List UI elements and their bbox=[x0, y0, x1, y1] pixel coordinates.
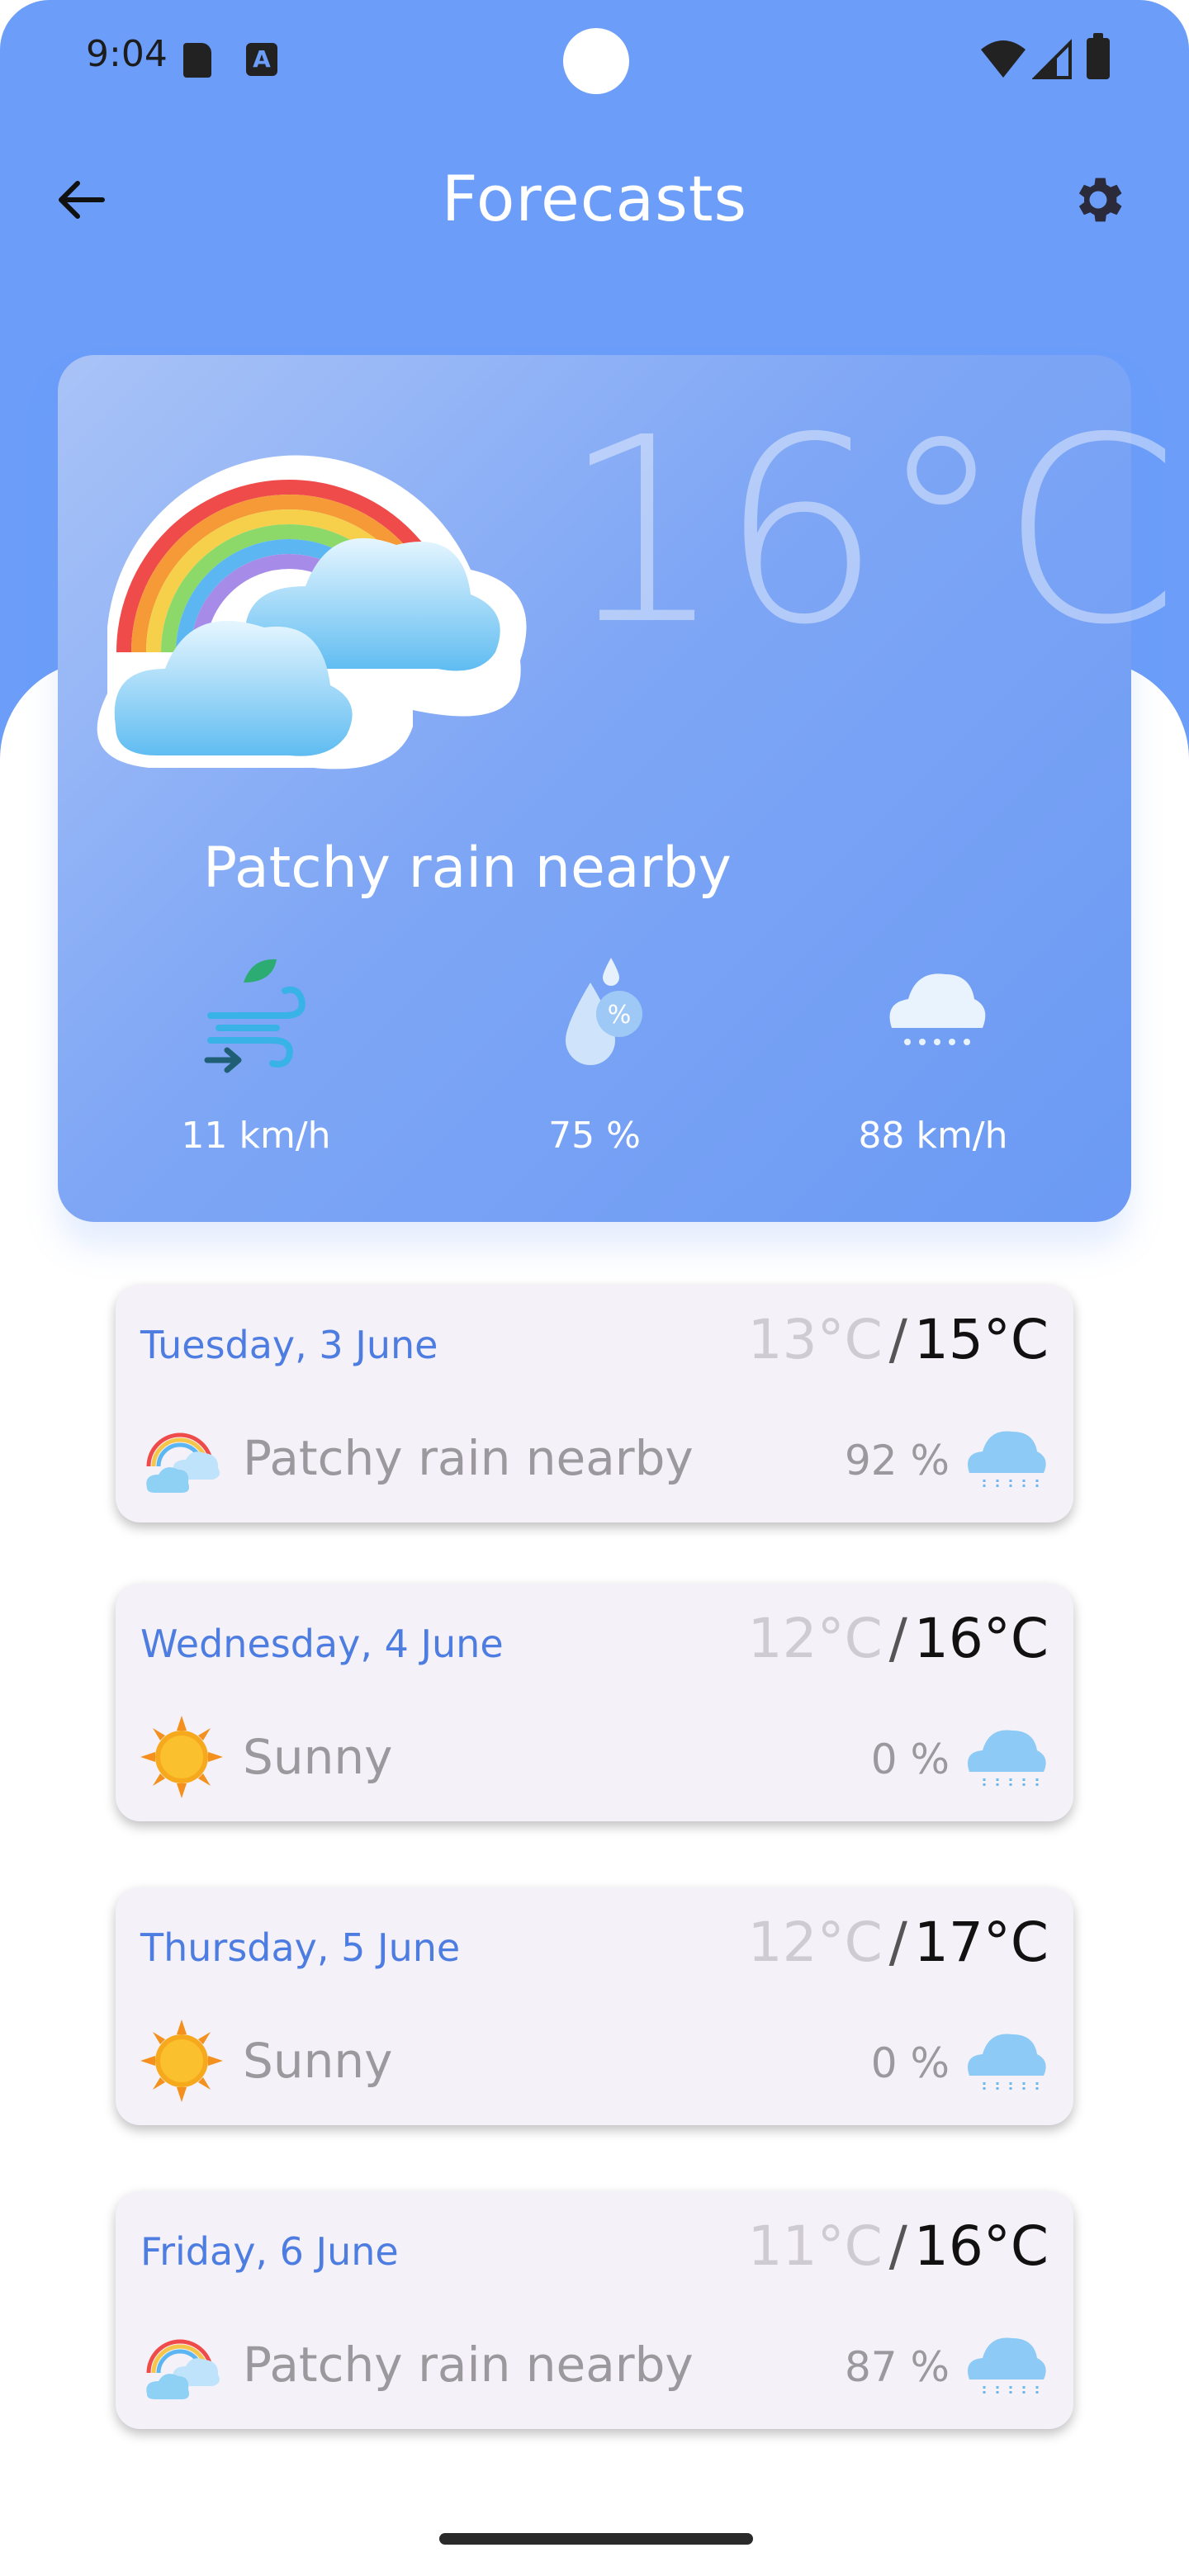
metric-humidity: % 75 % bbox=[454, 949, 735, 1157]
temp-separator: / bbox=[888, 1911, 907, 1974]
forecast-card[interactable]: Tuesday, 3 June 13°C/15°C Patchy rain ne… bbox=[116, 1285, 1073, 1522]
forecast-precip: 87 % bbox=[844, 2343, 950, 2391]
battery-icon bbox=[1087, 33, 1110, 79]
forecast-condition: Sunny bbox=[243, 2033, 393, 2089]
forecast-precip: 0 % bbox=[870, 2039, 950, 2087]
humidity-icon: % bbox=[566, 958, 642, 1065]
status-bar: 9:04 A bbox=[0, 0, 1189, 116]
svg-text:%: % bbox=[608, 1001, 632, 1030]
wind-value: 11 km/h bbox=[181, 1115, 331, 1157]
current-temperature: 16°C bbox=[561, 383, 1179, 681]
forecast-high: 15°C bbox=[913, 1308, 1049, 1371]
forecast-precip: 92 % bbox=[844, 1437, 950, 1485]
forecast-condition: Sunny bbox=[243, 1729, 393, 1785]
rain-value: 88 km/h bbox=[858, 1115, 1008, 1157]
forecast-low: 13°C bbox=[747, 1308, 883, 1371]
home-indicator[interactable] bbox=[439, 2533, 753, 2545]
rain-cloud-icon bbox=[968, 1730, 1046, 1787]
forecast-card[interactable]: Wednesday, 4 June 12°C/16°C Sunny 0 % bbox=[116, 1584, 1073, 1821]
rainbow-clouds-icon bbox=[97, 455, 527, 769]
forecast-high: 17°C bbox=[913, 1911, 1049, 1974]
signal-icon bbox=[1032, 39, 1072, 79]
forecast-card[interactable]: Friday, 6 June 11°C/16°C Patchy rain nea… bbox=[116, 2191, 1073, 2429]
camera-cutout bbox=[563, 28, 629, 94]
forecast-date: Thursday, 5 June bbox=[140, 1925, 461, 1970]
temp-separator: / bbox=[888, 1308, 907, 1371]
forecast-high: 16°C bbox=[913, 1607, 1049, 1670]
forecast-temps: 11°C/16°C bbox=[748, 2219, 1049, 2274]
sun-icon bbox=[140, 2020, 223, 2102]
wifi-icon bbox=[981, 40, 1026, 78]
rain-cloud-icon bbox=[968, 2337, 1046, 2394]
forecast-high: 16°C bbox=[913, 2214, 1049, 2278]
rainbow-clouds-icon bbox=[146, 2339, 220, 2399]
settings-button[interactable] bbox=[1063, 165, 1133, 234]
sd-card-icon bbox=[183, 43, 211, 78]
temp-separator: / bbox=[888, 2214, 907, 2278]
forecast-condition: Patchy rain nearby bbox=[243, 2337, 694, 2393]
current-condition: Patchy rain nearby bbox=[203, 836, 732, 901]
rain-cloud-icon bbox=[889, 973, 986, 1045]
rain-cloud-icon bbox=[968, 1431, 1046, 1488]
forecast-condition: Patchy rain nearby bbox=[243, 1430, 694, 1486]
status-time: 9:04 bbox=[86, 33, 168, 75]
forecast-low: 11°C bbox=[747, 2214, 883, 2278]
gear-icon bbox=[1078, 178, 1122, 222]
rainbow-clouds-icon bbox=[146, 1432, 220, 1493]
rain-cloud-icon bbox=[968, 2034, 1046, 2091]
forecast-precip: 0 % bbox=[870, 1735, 950, 1783]
sun-icon bbox=[140, 1716, 223, 1798]
metric-rain: 88 km/h bbox=[793, 949, 1073, 1157]
humidity-value: 75 % bbox=[548, 1115, 641, 1157]
forecast-low: 12°C bbox=[747, 1911, 883, 1974]
temp-separator: / bbox=[888, 1607, 907, 1670]
current-weather-card: 16°C Patchy rain nearby 11 km/h % 75 % 8… bbox=[58, 355, 1179, 1222]
forecast-date: Wednesday, 4 June bbox=[140, 1622, 504, 1666]
forecast-card[interactable]: Thursday, 5 June 12°C/17°C Sunny 0 % bbox=[116, 1887, 1073, 2125]
metric-wind: 11 km/h bbox=[116, 949, 396, 1157]
wind-icon bbox=[204, 959, 306, 1073]
forecast-temps: 13°C/15°C bbox=[748, 1313, 1049, 1367]
forecast-temps: 12°C/17°C bbox=[748, 1915, 1049, 1970]
forecast-date: Tuesday, 3 June bbox=[140, 1323, 438, 1367]
forecast-temps: 12°C/16°C bbox=[748, 1612, 1049, 1666]
page-title: Forecasts bbox=[441, 162, 748, 235]
accessibility-a-icon: A bbox=[246, 43, 277, 76]
forecast-low: 12°C bbox=[747, 1607, 883, 1670]
forecast-date: Friday, 6 June bbox=[140, 2229, 399, 2274]
